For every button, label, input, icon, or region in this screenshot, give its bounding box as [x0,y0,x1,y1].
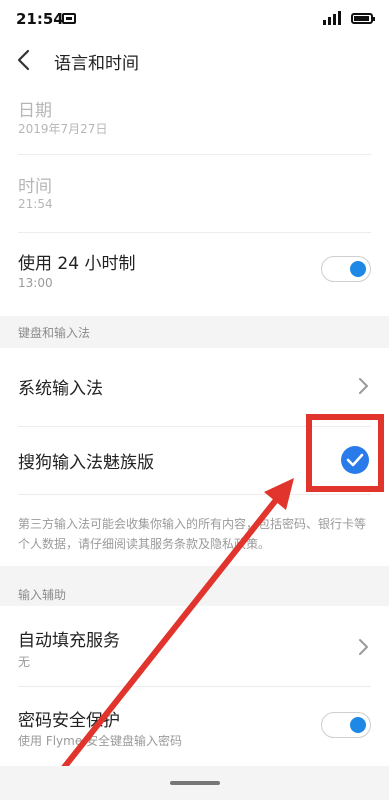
chevron-right-icon [359,639,368,655]
highlight-box [306,414,384,492]
password-protect-title: 密码安全保护 [18,711,120,731]
signal-icon [323,11,345,25]
app-header: 语言和时间 [0,36,389,84]
password-protect-toggle[interactable] [321,712,371,738]
toggle-knob [350,717,366,733]
hour24-example: 13:00 [18,276,53,290]
page-title: 语言和时间 [54,54,139,74]
assist-card: 自动填充服务 无 密码安全保护 使用 Flyme 安全键盘输入密码 [0,606,389,766]
password-protect-row[interactable]: 密码安全保护 使用 Flyme 安全键盘输入密码 [0,688,389,766]
hour24-row[interactable]: 使用 24 小时制 13:00 [0,234,389,314]
hour24-title: 使用 24 小时制 [18,254,136,274]
date-title: 日期 [18,101,52,121]
autofill-value: 无 [18,655,31,669]
battery-icon [351,12,375,24]
time-value: 21:54 [18,197,53,211]
system-ime-title: 系统输入法 [18,379,103,399]
assist-section-label: 输入辅助 [18,588,67,602]
password-protect-desc: 使用 Flyme 安全键盘输入密码 [18,734,183,748]
back-icon[interactable] [14,48,34,72]
sogou-ime-title: 搜狗输入法魅族版 [18,453,154,473]
status-bar: 21:54 [0,0,389,36]
system-ime-row[interactable]: 系统输入法 [0,348,389,424]
hour24-toggle[interactable] [321,256,371,282]
time-row: 时间 21:54 [0,156,389,230]
time-title: 时间 [18,177,52,197]
keyboard-section-label: 键盘和输入法 [18,326,91,340]
chevron-right-icon [359,378,368,394]
date-value: 2019年7月27日 [18,122,108,136]
status-icons [323,11,375,25]
home-indicator[interactable] [170,781,220,785]
divider [18,232,371,233]
status-time: 21:54 [16,10,64,28]
autofill-row[interactable]: 自动填充服务 无 [0,606,389,686]
date-row: 日期 2019年7月27日 [0,84,389,152]
autofill-title: 自动填充服务 [18,631,120,651]
third-party-notice: 第三方输入法可能会收集你输入的所有内容，包括密码、银行卡等个人数据，请仔细阅读其… [18,517,367,551]
navigation-bar [0,766,389,800]
toggle-knob [350,261,366,277]
divider [18,494,371,495]
message-icon [62,13,76,24]
datetime-card: 日期 2019年7月27日 时间 21:54 使用 24 小时制 13:00 [0,84,389,316]
divider [18,154,371,155]
divider [18,686,371,687]
